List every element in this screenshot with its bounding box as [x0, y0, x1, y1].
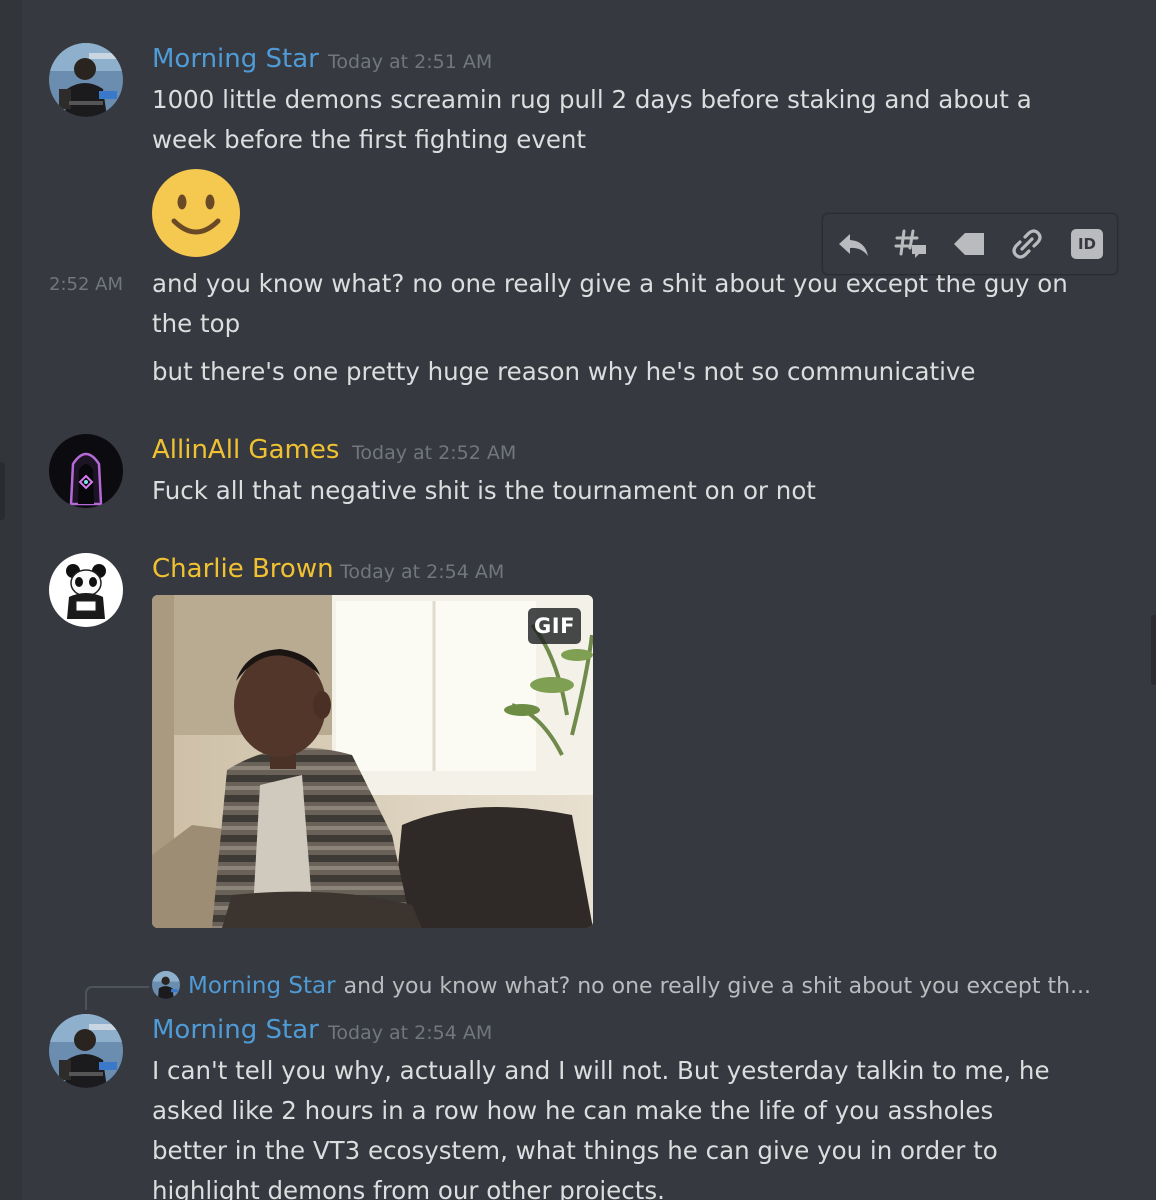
message-author[interactable]: Charlie Brown	[152, 554, 334, 584]
copy-id-label: ID	[1077, 235, 1097, 253]
avatar-allinall-games[interactable]	[49, 434, 123, 508]
gif-attachment[interactable]	[152, 595, 593, 928]
message-line: Fuck all that negative shit is the tourn…	[152, 476, 816, 505]
create-thread-button[interactable]	[893, 226, 929, 262]
hover-timestamp: 2:52 AM	[49, 274, 123, 295]
slightly-smiling-face-emoji[interactable]	[152, 169, 240, 257]
message-timestamp[interactable]: Today at 2:51 AM	[328, 51, 492, 73]
message-line: asked like 2 hours in a row how he can m…	[152, 1096, 994, 1125]
message-content: I can't tell you why, actually and I wil…	[152, 1051, 1050, 1200]
message-line: week before the first fighting event	[152, 125, 587, 154]
reply-author[interactable]: Morning Star	[188, 973, 336, 999]
reply-spine	[85, 986, 149, 1010]
copy-id-button[interactable]: ID	[1069, 226, 1105, 262]
avatar-charlie-brown[interactable]	[49, 553, 123, 627]
message-content: and you know what? no one really give a …	[152, 264, 1068, 344]
message-timestamp[interactable]: Today at 2:54 AM	[340, 561, 504, 583]
message-line: the top	[152, 309, 241, 338]
avatar-morning-star[interactable]	[49, 1014, 123, 1088]
tag-icon	[954, 233, 984, 255]
channel-scroll-edge	[0, 0, 22, 1200]
message-content: Fuck all that negative shit is the tourn…	[152, 471, 816, 511]
gif-badge: GIF	[528, 608, 581, 644]
reply-preview[interactable]: and you know what? no one really give a …	[344, 974, 1091, 999]
avatar-morning-star[interactable]	[49, 43, 123, 117]
tag-button[interactable]	[951, 226, 987, 262]
left-scroll-handle[interactable]	[0, 462, 5, 520]
reply-reference[interactable]: Morning Star and you know what? no one re…	[152, 971, 1091, 999]
reply-avatar	[152, 971, 180, 999]
message-line: I can't tell you why, actually and I wil…	[152, 1056, 1050, 1085]
message-line: but there's one pretty huge reason why h…	[152, 357, 976, 386]
reply-icon	[839, 234, 868, 256]
message-author[interactable]: Morning Star	[152, 1015, 319, 1045]
message-line: better in the VT3 ecosystem, what things…	[152, 1136, 998, 1165]
message-author[interactable]: AllinAll Games	[152, 435, 339, 465]
gif-image	[152, 595, 593, 928]
copy-link-button[interactable]	[1009, 226, 1045, 262]
message-line: 1000 little demons screamin rug pull 2 d…	[152, 85, 1032, 114]
message-actions-toolbar: ID	[822, 213, 1118, 275]
message-content: 1000 little demons screamin rug pull 2 d…	[152, 80, 1032, 160]
reply-button[interactable]	[835, 226, 871, 262]
copy-link-icon	[1012, 229, 1042, 259]
message-line: highlight demons from our other projects…	[152, 1176, 665, 1200]
message-timestamp[interactable]: Today at 2:52 AM	[352, 442, 516, 464]
message-timestamp[interactable]: Today at 2:54 AM	[328, 1022, 492, 1044]
message-author[interactable]: Morning Star	[152, 44, 319, 74]
message-content: but there's one pretty huge reason why h…	[152, 352, 976, 392]
create-thread-icon	[894, 229, 926, 258]
chat-scrollbar-thumb[interactable]	[1151, 615, 1156, 685]
